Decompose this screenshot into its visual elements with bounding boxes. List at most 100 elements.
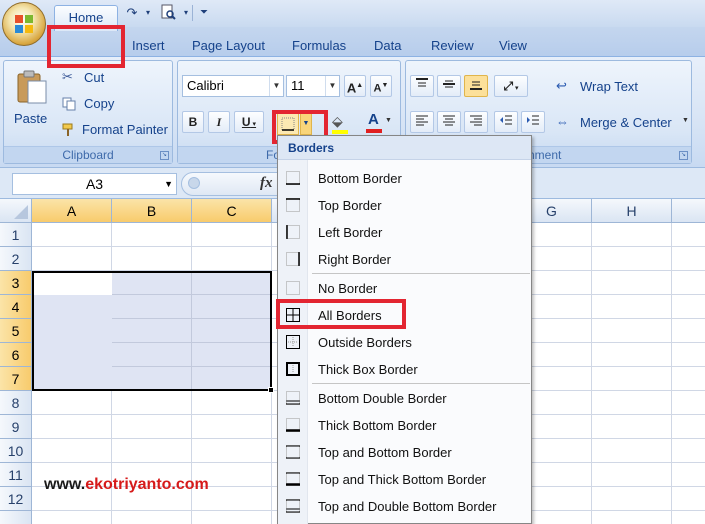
clipboard-group-label: Clipboard (4, 146, 172, 163)
menu-item-right-border[interactable]: Right Border (278, 246, 531, 273)
bottom-border-icon (286, 171, 300, 185)
font-color-button[interactable]: A ▼ (364, 111, 394, 135)
grow-font-button[interactable]: A▲ (344, 75, 366, 97)
copy-icon (62, 97, 76, 111)
tab-view[interactable]: View (499, 38, 527, 58)
middle-align-button[interactable] (437, 75, 461, 97)
row-header-11[interactable]: 11 (0, 463, 32, 487)
fill-color-swatch (332, 130, 348, 134)
column-header-c[interactable]: C (192, 199, 272, 223)
office-logo-icon (15, 15, 33, 33)
clipboard-launcher-icon[interactable]: ↘ (160, 151, 169, 160)
expand-formula-icon[interactable] (188, 177, 200, 189)
copy-button[interactable]: Copy (62, 95, 152, 113)
top-align-button[interactable] (410, 75, 434, 97)
shrink-font-button[interactable]: A▼ (370, 75, 392, 97)
decrease-indent-icon (500, 115, 512, 125)
increase-indent-button[interactable] (521, 111, 545, 133)
format-painter-icon (62, 123, 73, 136)
align-right-button[interactable] (464, 111, 488, 133)
menu-item-label: Top and Bottom Border (318, 445, 452, 460)
menu-item-outside-borders[interactable]: Outside Borders (278, 329, 531, 356)
insert-function-icon[interactable]: fx (260, 175, 273, 192)
cut-button[interactable]: ✂ Cut (62, 69, 152, 87)
bottom-align-button[interactable] (464, 75, 488, 97)
wrap-text-button[interactable]: ↩ Wrap Text (556, 77, 676, 97)
format-painter-button[interactable]: Format Painter (62, 121, 172, 139)
scissors-icon: ✂ (62, 69, 73, 84)
office-button[interactable] (2, 2, 46, 46)
menu-item-top-double-bottom-border[interactable]: Top and Double Bottom Border (278, 493, 531, 520)
row-header-4[interactable]: 4 (0, 295, 32, 319)
row-header-12[interactable]: 12 (0, 487, 32, 511)
column-header-a[interactable]: A (32, 199, 112, 223)
menu-item-bottom-border[interactable]: Bottom Border (278, 165, 531, 192)
formula-controls: fx (181, 172, 291, 196)
tab-formulas[interactable]: Formulas (292, 38, 346, 58)
watermark-domain: ekotriyanto.com (85, 476, 209, 493)
row-header-2[interactable]: 2 (0, 247, 32, 271)
name-box[interactable]: A3 ▼ (12, 173, 177, 195)
menu-item-top-thick-bottom-border[interactable]: Top and Thick Bottom Border (278, 466, 531, 493)
font-color-swatch (366, 129, 382, 133)
chevron-down-icon: ▼ (269, 76, 283, 96)
row-header-9[interactable]: 9 (0, 415, 32, 439)
menu-item-label: Left Border (318, 225, 383, 240)
row-header-5[interactable]: 5 (0, 319, 32, 343)
menu-item-label: Outside Borders (318, 335, 412, 350)
column-header-h[interactable]: H (592, 199, 672, 223)
customize-qat-icon[interactable]: ⏷ (196, 4, 212, 21)
menu-item-label: Thick Bottom Border (318, 418, 437, 433)
menu-item-thick-box-border[interactable]: Thick Box Border (278, 356, 531, 383)
row-header-6[interactable]: 6 (0, 343, 32, 367)
bold-button[interactable]: B (182, 111, 204, 133)
row-header-3[interactable]: 3 (0, 271, 32, 295)
column-header-b[interactable]: B (112, 199, 192, 223)
fill-handle[interactable] (268, 387, 274, 393)
row-header-8[interactable]: 8 (0, 391, 32, 415)
menu-item-left-border[interactable]: Left Border (278, 219, 531, 246)
tab-page-layout[interactable]: Page Layout (192, 38, 265, 58)
align-left-button[interactable] (410, 111, 434, 133)
paste-button[interactable]: Paste (12, 67, 52, 127)
italic-button[interactable]: I (208, 111, 230, 133)
column-header-i[interactable] (672, 199, 705, 223)
merge-center-button[interactable]: ⇔ Merge & Center ▼ (556, 113, 691, 133)
tab-insert[interactable]: Insert (132, 38, 165, 58)
menu-item-no-border[interactable]: No Border (278, 275, 531, 302)
row-header-7[interactable]: 7 (0, 367, 32, 391)
paste-icon (17, 70, 47, 104)
active-cell-a3[interactable] (34, 273, 112, 295)
top-bottom-border-icon (286, 445, 300, 459)
row-header-1[interactable]: 1 (0, 223, 32, 247)
home-tab-highlight (47, 25, 125, 68)
font-size-combo[interactable]: 11 ▼ (286, 75, 340, 97)
right-border-icon (286, 252, 300, 266)
redo-icon[interactable]: ↷ (124, 4, 140, 21)
borders-menu-header: Borders (278, 136, 531, 160)
select-all-corner[interactable] (0, 199, 32, 223)
fill-color-button[interactable]: ⬙ (330, 113, 356, 135)
tab-review[interactable]: Review (431, 38, 474, 58)
tab-data[interactable]: Data (374, 38, 401, 58)
underline-button[interactable]: U ▾ (234, 111, 264, 133)
font-name-combo[interactable]: Calibri ▼ (182, 75, 284, 97)
copy-label: Copy (84, 96, 115, 111)
thick-box-border-icon (286, 362, 300, 376)
decrease-indent-button[interactable] (494, 111, 518, 133)
menu-item-thick-bottom-border[interactable]: Thick Bottom Border (278, 412, 531, 439)
menu-item-top-bottom-border[interactable]: Top and Bottom Border (278, 439, 531, 466)
merge-center-icon: ⇔ (556, 114, 569, 129)
orientation-button[interactable]: ⤢ ▾ (494, 75, 528, 97)
menu-item-bottom-double-border[interactable]: Bottom Double Border (278, 385, 531, 412)
print-preview-icon[interactable] (160, 4, 176, 21)
menu-item-label: Bottom Border (318, 171, 402, 186)
menu-item-top-border[interactable]: Top Border (278, 192, 531, 219)
alignment-launcher-icon[interactable]: ↘ (679, 151, 688, 160)
paste-label: Paste (14, 111, 48, 126)
row-header-10[interactable]: 10 (0, 439, 32, 463)
redo-dropdown-icon[interactable]: ▾ (140, 4, 156, 21)
select-all-triangle-icon (14, 205, 28, 219)
row-header-13[interactable] (0, 511, 32, 524)
align-center-button[interactable] (437, 111, 461, 133)
